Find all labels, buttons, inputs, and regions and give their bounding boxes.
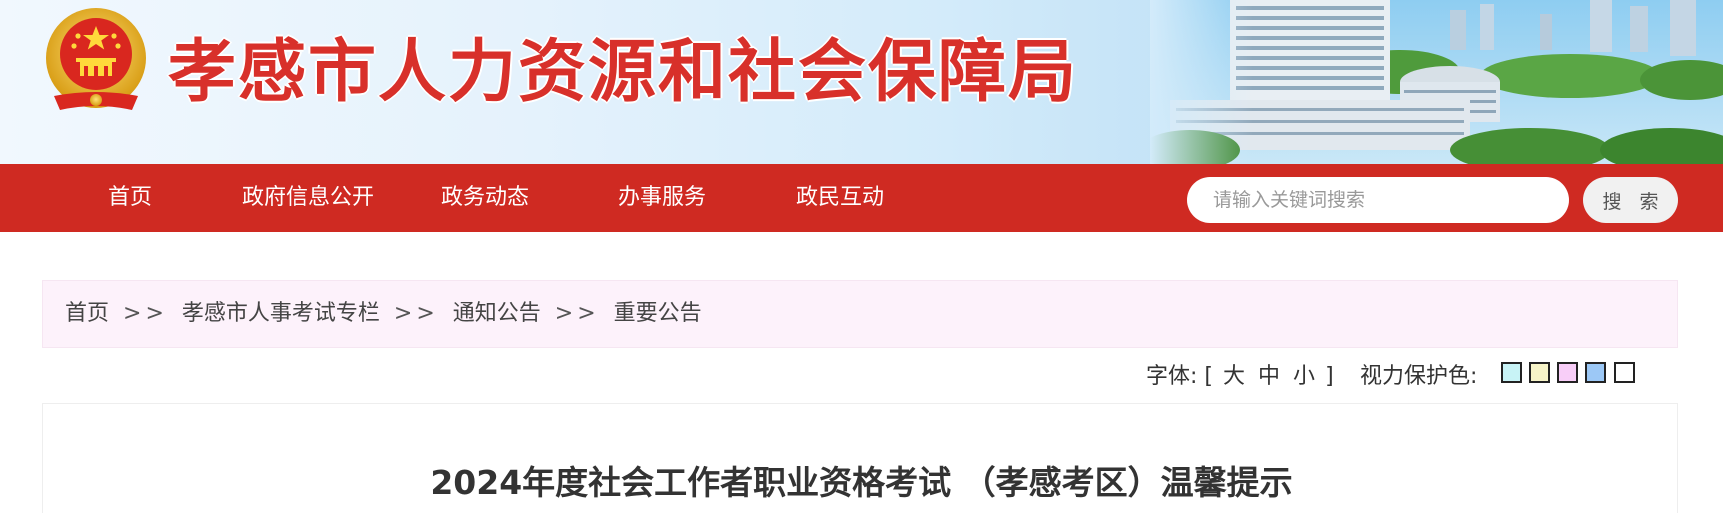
font-size-tool: 字体: [ 大 中 小 ] bbox=[1146, 362, 1334, 392]
nav-item-interaction[interactable]: 政民互动 bbox=[796, 164, 884, 232]
breadcrumb-separator: >> bbox=[393, 301, 439, 326]
government-building-photo bbox=[1150, 0, 1723, 164]
breadcrumb-notices[interactable]: 通知公告 bbox=[453, 301, 541, 326]
eye-care-swatch-cyan[interactable] bbox=[1501, 362, 1522, 383]
national-emblem-icon bbox=[46, 8, 146, 110]
eye-care-swatch-white[interactable] bbox=[1614, 362, 1635, 383]
font-size-medium[interactable]: 中 bbox=[1258, 364, 1280, 389]
breadcrumb-separator: >> bbox=[123, 301, 168, 326]
font-size-bracket: ] bbox=[1325, 364, 1334, 389]
eye-care-swatch-blue[interactable] bbox=[1585, 362, 1606, 383]
article-title: 2024年度社会工作者职业资格考试 （孝感考区）温馨提示 bbox=[430, 463, 1293, 502]
font-size-large[interactable]: 大 bbox=[1223, 364, 1245, 389]
search-button[interactable]: 搜 索 bbox=[1583, 177, 1678, 223]
nav-item-gov-news[interactable]: 政务动态 bbox=[441, 164, 529, 232]
search-input[interactable] bbox=[1187, 177, 1569, 223]
nav-item-home[interactable]: 首页 bbox=[108, 164, 152, 232]
breadcrumb-exam-column[interactable]: 孝感市人事考试专栏 bbox=[182, 301, 380, 326]
breadcrumb-home[interactable]: 首页 bbox=[65, 301, 109, 326]
main-nav-bar: 首页 政府信息公开 政务动态 办事服务 政民互动 搜 索 bbox=[0, 164, 1723, 232]
font-size-label: 字体: bbox=[1146, 364, 1198, 389]
breadcrumb-separator: >> bbox=[554, 301, 600, 326]
nav-item-services[interactable]: 办事服务 bbox=[618, 164, 706, 232]
eye-care-swatch-yellow[interactable] bbox=[1529, 362, 1550, 383]
site-title: 孝感市人力资源和社会保障局 bbox=[168, 33, 1079, 112]
font-size-bracket: [ bbox=[1204, 364, 1214, 389]
eye-care-label: 视力保护色: bbox=[1360, 364, 1478, 389]
breadcrumb: 首页 >> 孝感市人事考试专栏 >> 通知公告 >> 重要公告 bbox=[42, 280, 1678, 348]
breadcrumb-important-notices[interactable]: 重要公告 bbox=[614, 301, 702, 326]
header-banner: 孝感市人力资源和社会保障局 bbox=[0, 0, 1723, 164]
eye-care-swatch-pink[interactable] bbox=[1557, 362, 1578, 383]
font-size-small[interactable]: 小 bbox=[1293, 364, 1315, 389]
nav-item-gov-info-disclosure[interactable]: 政府信息公开 bbox=[242, 164, 374, 232]
